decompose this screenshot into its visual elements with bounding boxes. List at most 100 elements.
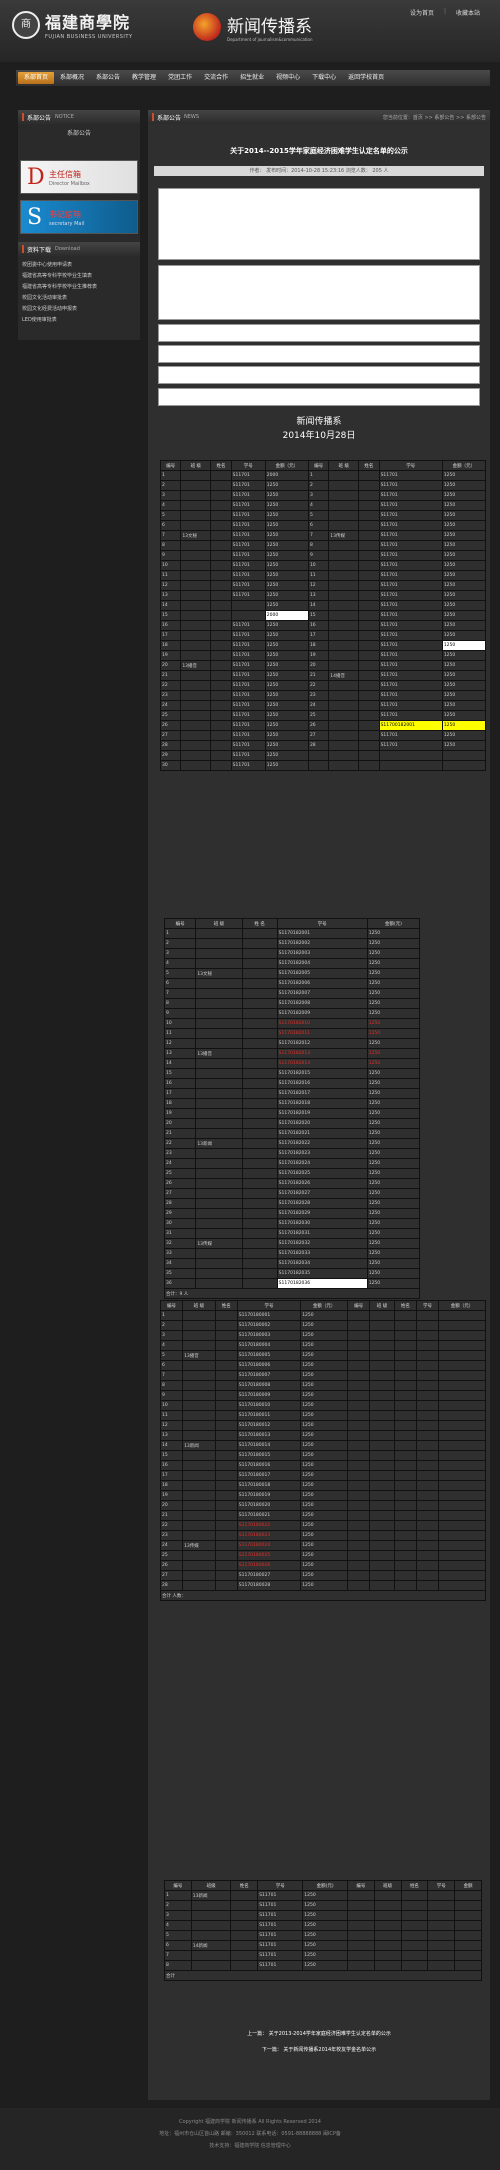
table-cell: [241, 968, 278, 979]
nav-school-home[interactable]: 返回学校首页: [342, 72, 390, 84]
table-row: 3 S1170180003 1250: [159, 1330, 486, 1341]
download-item[interactable]: 福建省高等专科学校毕业生推荐表: [22, 282, 97, 293]
table-cell: [358, 700, 380, 711]
download-item[interactable]: 福建省高等专科学校毕业生填表: [22, 271, 97, 282]
table-cell: [427, 1940, 456, 1951]
table-cell: [393, 1540, 417, 1551]
table-cell: [347, 1410, 371, 1421]
table-cell: [347, 1390, 371, 1401]
table-cell: [415, 1320, 440, 1331]
table-cell: [415, 1460, 440, 1471]
table-cell: 1250: [300, 1400, 349, 1411]
table-cell: 6: [307, 520, 330, 531]
table-cell: S1170182017: [276, 1088, 368, 1099]
table-cell: [241, 1188, 278, 1199]
table-cell: 1250: [300, 1440, 349, 1451]
breadcrumb[interactable]: 您当前位置：首页 >> 系部公告 >> 系部公告: [383, 114, 486, 121]
table-cell: [210, 760, 232, 771]
table-cell: [180, 740, 212, 751]
table-header-cell: 编号: [307, 460, 330, 471]
table-cell: [415, 1330, 440, 1341]
table-cell: 1250: [264, 720, 309, 731]
table-cell: S1170180008: [236, 1380, 302, 1391]
dept-logo[interactable]: 新闻传播系 Department of journalism&communica…: [193, 12, 313, 42]
table-cell: [347, 1450, 371, 1461]
secretary-mailbox-button[interactable]: S 书记信箱 secretary Mail: [20, 200, 138, 234]
nav-exchange[interactable]: 交流合作: [198, 72, 234, 84]
table-cell: [241, 1008, 278, 1019]
table-cell: S11701: [230, 750, 266, 761]
nav-party[interactable]: 党团工作: [162, 72, 198, 84]
table-cell: 1250: [441, 550, 487, 561]
table-cell: 36: [163, 1278, 197, 1289]
table-cell: [400, 1900, 429, 1911]
table-row: 11 S11701 1250 11 S11701 1250: [159, 570, 487, 581]
table-row: 25 S1170180025 1250: [159, 1550, 486, 1561]
table-cell: 13文秘: [180, 530, 212, 541]
nav-video[interactable]: 视频中心: [270, 72, 306, 84]
table-cell: [214, 1360, 238, 1371]
table-cell: [358, 480, 380, 491]
table-cell: S1170180015: [236, 1450, 302, 1461]
table-cell: [182, 1460, 216, 1471]
download-item[interactable]: 校园文化活动审批表: [22, 293, 97, 304]
table-cell: [214, 1510, 238, 1521]
bookmark-link[interactable]: 收藏本站: [456, 8, 480, 17]
nav-notice[interactable]: 系部公告: [90, 72, 126, 84]
article-title: 关于2014--2015学年家庭经济困难学生认定名单的公示: [230, 147, 408, 155]
table-cell: S1170180014: [236, 1440, 302, 1451]
table-cell: [454, 1890, 482, 1901]
director-mailbox-button[interactable]: D 主任信箱 Director Mailbox: [20, 160, 138, 194]
table-cell: [427, 1910, 456, 1921]
table-cell: 27: [163, 1188, 197, 1199]
table-cell: [347, 1500, 371, 1511]
table-cell: 10: [159, 1400, 184, 1411]
sidebar-item-notice[interactable]: 系部公告: [18, 124, 140, 141]
table-cell: 1250: [300, 1520, 349, 1531]
table-cell: 1: [163, 928, 197, 939]
nav-overview[interactable]: 系部概况: [54, 72, 90, 84]
table-cell: [373, 1950, 402, 1961]
table-cell: [441, 760, 487, 771]
table-cell: [210, 510, 232, 521]
table-cell: 4: [159, 1340, 184, 1351]
table-cell: 1250: [366, 968, 421, 979]
set-homepage-link[interactable]: 设为首页: [410, 8, 434, 17]
school-logo[interactable]: 商 福建商學院 FUJIAN BUSINESS UNIVERSITY: [12, 9, 133, 40]
table-cell: [369, 1370, 395, 1381]
nav-download[interactable]: 下载中心: [306, 72, 342, 84]
table-cell: [210, 700, 232, 711]
table-cell: [182, 1570, 216, 1581]
table-cell: [438, 1360, 486, 1371]
table-cell: 15: [159, 1450, 184, 1461]
prev-article-link[interactable]: 上一篇： 关于2013-2014学年家庭经济困难学生认定名单的公示: [148, 2030, 490, 2037]
table-row: 1 S11701 2000 1 S11701 1250: [159, 470, 487, 481]
table-cell: [241, 1168, 278, 1179]
table-cell: [373, 1920, 402, 1931]
table-cell: [180, 580, 212, 591]
nav-teaching[interactable]: 教学管理: [126, 72, 162, 84]
download-item[interactable]: 校园文化经费活动申报表: [22, 304, 97, 315]
table-cell: [214, 1530, 238, 1541]
table-cell: 1250: [264, 650, 309, 661]
download-item[interactable]: 校团委中心使用申请表: [22, 260, 97, 271]
table-cell: [393, 1550, 417, 1561]
table-cell: 1250: [441, 670, 487, 681]
table-cell: [454, 1940, 482, 1951]
table-cell: [195, 1148, 243, 1159]
table-row: 1 S1170182001 1250: [163, 928, 421, 939]
nav-home[interactable]: 系部首页: [18, 72, 55, 84]
table-cell: [241, 1238, 278, 1249]
table-row: 26 S11701 1250 26 S11700182001 1250: [159, 720, 487, 731]
table-cell: S1170182019: [276, 1108, 368, 1119]
table-cell: S1170180028: [236, 1580, 302, 1591]
table-cell: 1250: [300, 1370, 349, 1381]
table-cell: 1250: [300, 1530, 349, 1541]
nav-admission[interactable]: 招生就业: [234, 72, 270, 84]
table-cell: S11701: [378, 700, 443, 711]
table-cell: 1250: [366, 1268, 421, 1279]
table-cell: 1250: [441, 530, 487, 541]
table-cell: 17: [159, 1470, 184, 1481]
download-item[interactable]: LED使用审批表: [22, 315, 97, 326]
next-article-link[interactable]: 下一篇： 关于新闻传播系2014年校友学金名单公示: [148, 2046, 490, 2053]
